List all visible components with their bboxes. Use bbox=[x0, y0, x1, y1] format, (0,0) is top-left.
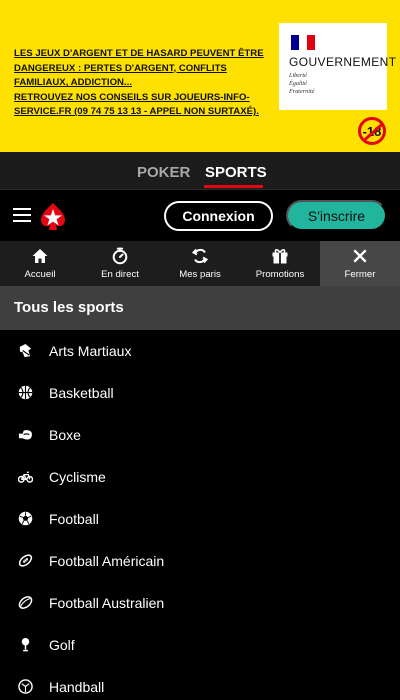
sport-item-football-americain[interactable]: Football Américain bbox=[0, 540, 400, 582]
motto-egalite: Égalité bbox=[289, 79, 307, 87]
warning-line-1: LES JEUX D'ARGENT ET DE HASARD PEUVENT Ê… bbox=[14, 48, 264, 59]
tab-poker[interactable]: POKER bbox=[137, 164, 190, 181]
french-flag-icon bbox=[291, 35, 315, 50]
sport-label-football-australien: Football Australien bbox=[49, 595, 165, 611]
sports-list: Arts Martiaux Basketball Boxe Cyclisme F… bbox=[0, 330, 400, 700]
government-motto: Liberté Égalité Fraternité bbox=[289, 72, 314, 95]
government-title: GOUVERNEMENT bbox=[289, 55, 397, 69]
sport-item-golf[interactable]: Golf bbox=[0, 624, 400, 666]
sport-item-football-australien[interactable]: Football Australien bbox=[0, 582, 400, 624]
tab-sports[interactable]: SPORTS bbox=[205, 164, 267, 181]
australian-football-icon bbox=[18, 596, 33, 609]
sport-label-basketball: Basketball bbox=[49, 385, 114, 401]
gambling-warning-banner: LES JEUX D'ARGENT ET DE HASARD PEUVENT Ê… bbox=[0, 0, 400, 152]
sport-label-boxe: Boxe bbox=[49, 427, 81, 443]
martial-arts-icon bbox=[19, 343, 32, 358]
motto-fraternite: Fraternité bbox=[289, 87, 315, 95]
sport-label-arts-martiaux: Arts Martiaux bbox=[49, 343, 132, 359]
sport-item-arts-martiaux[interactable]: Arts Martiaux bbox=[0, 330, 400, 372]
hamburger-menu-icon[interactable] bbox=[13, 207, 31, 223]
close-icon bbox=[353, 249, 367, 263]
nav-item-accueil[interactable]: Accueil bbox=[0, 241, 80, 286]
refresh-arrows-icon bbox=[191, 248, 209, 264]
warning-line-4: RETROUVEZ NOS CONSEILS SUR JOUEURS-INFO- bbox=[14, 91, 250, 103]
nav-label-fermer: Fermer bbox=[344, 269, 376, 280]
sports-list-header: Tous les sports bbox=[0, 286, 400, 330]
boxing-glove-icon bbox=[18, 430, 32, 440]
app-header: Connexion S'inscrire bbox=[0, 190, 400, 241]
product-tabs: POKER SPORTS bbox=[0, 152, 400, 190]
warning-line-5: SERVICE.FR (09 74 75 13 13 - APPEL NON S… bbox=[14, 106, 259, 118]
sport-label-cyclisme: Cyclisme bbox=[49, 469, 106, 485]
nav-item-en-direct[interactable]: En direct bbox=[80, 241, 160, 286]
government-logo: GOUVERNEMENT Liberté Égalité Fraternité bbox=[279, 23, 396, 110]
handball-icon bbox=[18, 679, 33, 694]
nav-label-mes-paris: Mes paris bbox=[179, 269, 221, 280]
pokerstars-logo-icon[interactable] bbox=[38, 201, 68, 231]
nav-label-en-direct: En direct bbox=[101, 269, 139, 280]
sports-list-title: Tous les sports bbox=[14, 299, 124, 316]
stopwatch-icon bbox=[112, 247, 128, 265]
basketball-icon bbox=[18, 385, 33, 400]
sport-item-handball[interactable]: Handball bbox=[0, 666, 400, 700]
nav-label-accueil: Accueil bbox=[24, 269, 56, 280]
nav-label-promotions: Promotions bbox=[255, 269, 305, 280]
american-football-icon bbox=[18, 554, 33, 567]
sport-label-golf: Golf bbox=[49, 637, 75, 653]
soccer-ball-icon bbox=[18, 511, 33, 526]
sport-item-cyclisme[interactable]: Cyclisme bbox=[0, 456, 400, 498]
sport-label-football-americain: Football Américain bbox=[49, 553, 165, 569]
age-restriction-icon: -18 bbox=[358, 117, 386, 145]
motto-liberte: Liberté bbox=[289, 72, 307, 79]
nav-item-fermer[interactable]: Fermer bbox=[320, 241, 400, 286]
sport-label-handball: Handball bbox=[49, 679, 105, 695]
gift-icon bbox=[272, 249, 288, 264]
home-icon bbox=[32, 249, 48, 263]
sport-item-boxe[interactable]: Boxe bbox=[0, 414, 400, 456]
bottom-navigation: Accueil En direct Mes paris Promotions F… bbox=[0, 241, 400, 286]
nav-item-mes-paris[interactable]: Mes paris bbox=[160, 241, 240, 286]
sport-item-basketball[interactable]: Basketball bbox=[0, 372, 400, 414]
golf-icon bbox=[21, 637, 30, 652]
nav-item-promotions[interactable]: Promotions bbox=[240, 241, 320, 286]
login-button[interactable]: Connexion bbox=[164, 201, 273, 231]
signup-button[interactable]: S'inscrire bbox=[286, 200, 387, 231]
warning-line-3: FAMILIAUX, ADDICTION... bbox=[14, 77, 132, 89]
sport-label-football: Football bbox=[49, 511, 99, 527]
age-limit-label: -18 bbox=[362, 123, 382, 139]
active-tab-indicator bbox=[204, 185, 263, 188]
bicycle-icon bbox=[18, 471, 33, 483]
warning-line-2: DANGEREUX : PERTES D'ARGENT, CONFLITS bbox=[14, 62, 227, 74]
sport-item-football[interactable]: Football bbox=[0, 498, 400, 540]
gambling-warning-text[interactable]: LES JEUX D'ARGENT ET DE HASARD PEUVENT Ê… bbox=[14, 47, 272, 120]
